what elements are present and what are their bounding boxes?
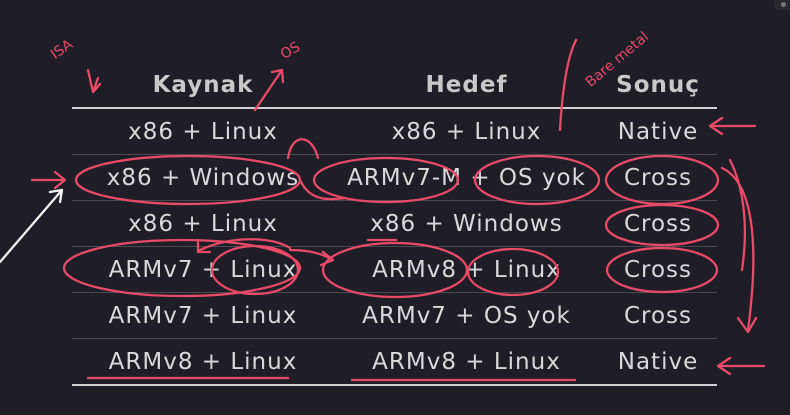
header-sonuc: Sonuç <box>616 71 700 98</box>
row2-left-arrow <box>30 170 67 190</box>
native-arrow-bottom <box>716 356 766 376</box>
table-row: x86 + Linux x86 + Linux Native <box>72 108 717 155</box>
cell-target: x86 + Windows <box>370 210 563 237</box>
cell-result: Cross <box>623 164 693 191</box>
cell-source: ARMv7 + Linux <box>108 302 298 329</box>
compilation-table: Kaynak Hedef Sonuç x86 + Linux x86 + Lin… <box>72 62 717 386</box>
table-row: ARMv7 + Linux ARMv8 + Linux Cross <box>72 247 717 293</box>
cell-result: Native <box>617 348 699 375</box>
cell-result: Native <box>617 118 699 145</box>
table-row: x86 + Linux x86 + Windows Cross <box>72 201 717 247</box>
cell-target: ARMv8 + Linux <box>372 256 561 283</box>
header-hedef: Hedef <box>425 71 508 98</box>
cell-target: x86 + Linux <box>391 118 542 145</box>
cell-source: x86 + Windows <box>106 164 300 191</box>
table-row: ARMv7 + Linux ARMv7 + OS yok Cross <box>72 293 717 339</box>
cell-source: ARMv8 + Linux <box>108 348 298 375</box>
table-header-row: Kaynak Hedef Sonuç <box>72 62 717 108</box>
window-close-button[interactable] <box>774 0 790 10</box>
header-kaynak: Kaynak <box>152 71 254 98</box>
isa-note: ISA <box>48 36 76 62</box>
cell-target: ARMv7-M + OS yok <box>347 164 586 191</box>
cell-result: Cross <box>623 210 693 237</box>
white-arrow <box>0 188 64 264</box>
cell-source: ARMv7 + Linux <box>108 256 298 283</box>
table-row: x86 + Windows ARMv7-M + OS yok Cross <box>72 155 717 201</box>
cross-bracket <box>720 158 758 334</box>
table-row: ARMv8 + Linux ARMv8 + Linux Native <box>72 339 717 385</box>
cell-source: x86 + Linux <box>128 118 278 145</box>
cell-target: ARMv7 + OS yok <box>362 302 571 329</box>
cell-source: x86 + Linux <box>128 210 278 237</box>
os-note: OS <box>278 39 303 63</box>
cell-result: Cross <box>623 256 693 283</box>
cell-result: Cross <box>623 302 693 329</box>
cell-target: ARMv8 + Linux <box>372 348 561 375</box>
